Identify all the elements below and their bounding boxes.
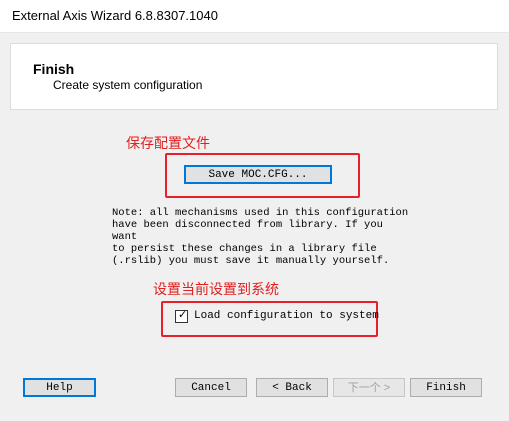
library-note: Note: all mechanisms used in this config… bbox=[112, 207, 409, 267]
wizard-header-panel: Finish Create system configuration bbox=[10, 43, 498, 110]
page-title: Finish bbox=[33, 61, 75, 77]
load-config-label[interactable]: Load configuration to system bbox=[194, 310, 379, 322]
title-bar: External Axis Wizard 6.8.8307.1040 bbox=[0, 0, 509, 33]
save-annotation: 保存配置文件 bbox=[126, 136, 210, 152]
load-annotation: 设置当前设置到系统 bbox=[153, 282, 279, 298]
help-button[interactable]: Help bbox=[23, 378, 96, 397]
back-button[interactable]: < Back bbox=[256, 378, 328, 397]
window-title: External Axis Wizard 6.8.8307.1040 bbox=[12, 8, 218, 23]
checkmark-icon: ✓ bbox=[178, 309, 188, 321]
cancel-button[interactable]: Cancel bbox=[175, 378, 247, 397]
load-config-checkbox[interactable]: ✓ bbox=[175, 309, 188, 323]
save-moc-cfg-button[interactable]: Save MOC.CFG... bbox=[184, 165, 332, 184]
page-subtitle: Create system configuration bbox=[53, 78, 203, 92]
finish-button[interactable]: Finish bbox=[410, 378, 482, 397]
next-button[interactable]: 下一个 > bbox=[333, 378, 405, 397]
